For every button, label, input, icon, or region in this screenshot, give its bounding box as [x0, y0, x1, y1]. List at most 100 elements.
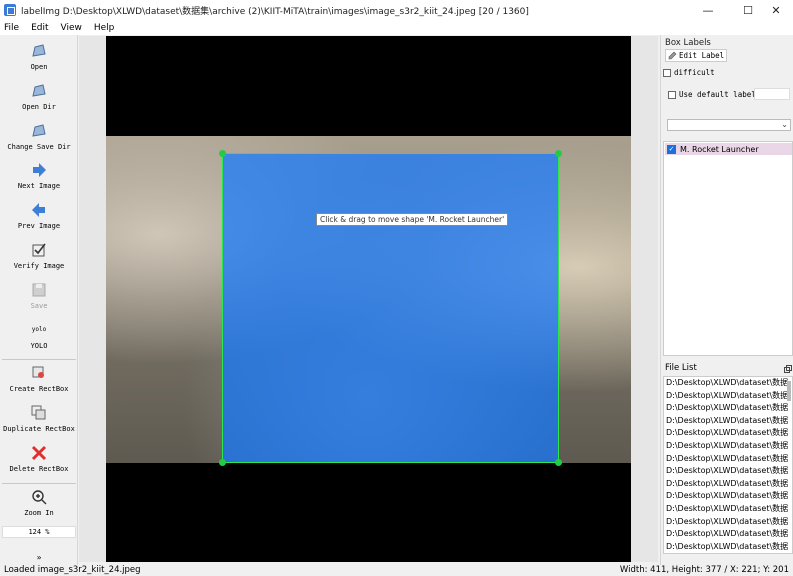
toolbar-more-button[interactable]: » — [0, 553, 78, 562]
title-bar: labelImg D:\Desktop\XLWD\dataset\数据集\arc… — [0, 0, 793, 20]
image-canvas[interactable]: Click & drag to move shape 'M. Rocket La… — [79, 36, 658, 562]
right-panel: Box Labels Edit Label difficult Use defa… — [660, 35, 793, 565]
use-default-label-checkbox-box[interactable] — [668, 91, 676, 99]
delete-rectbox-button[interactable]: Delete RectBox — [0, 445, 78, 473]
app-icon — [4, 4, 16, 16]
label-list[interactable]: ✓ M. Rocket Launcher — [663, 141, 793, 356]
menu-view[interactable]: View — [61, 23, 82, 33]
bbox-handle-top-left[interactable] — [219, 150, 226, 157]
file-list[interactable]: D:\Desktop\XLWD\dataset\数据 D:\Desktop\XLW… — [663, 376, 793, 554]
zoom-value-spinbox[interactable]: 124 % — [2, 526, 76, 538]
create-rectbox-icon — [32, 366, 44, 378]
menu-bar: File Edit View Help — [0, 20, 793, 35]
file-list-item[interactable]: D:\Desktop\XLWD\dataset\数据 — [664, 541, 792, 553]
file-list-item[interactable]: D:\Desktop\XLWD\dataset\数据 — [664, 427, 792, 440]
toolbar: Open Open Dir Change Save Dir Next Image… — [0, 35, 78, 565]
zoom-in-icon — [32, 490, 47, 505]
duplicate-rectbox-label: Duplicate RectBox — [3, 425, 75, 433]
menu-file[interactable]: File — [4, 23, 19, 33]
change-save-dir-label: Change Save Dir — [7, 143, 71, 151]
checkbox-check-icon — [32, 243, 46, 257]
open-dir-icon — [32, 84, 46, 97]
difficult-label: difficult — [674, 68, 715, 77]
file-list-item[interactable]: D:\Desktop\XLWD\dataset\数据 — [664, 490, 792, 503]
difficult-checkbox[interactable]: difficult — [663, 68, 715, 77]
bbox-handle-top-right[interactable] — [555, 150, 562, 157]
file-list-item[interactable]: D:\Desktop\XLWD\dataset\数据 — [664, 440, 792, 453]
use-default-label-checkbox[interactable]: Use default label — [668, 90, 756, 99]
file-list-item[interactable]: D:\Desktop\XLWD\dataset\数据 — [664, 503, 792, 516]
file-list-item[interactable]: D:\Desktop\XLWD\dataset\数据 — [664, 516, 792, 529]
file-list-item[interactable]: D:\Desktop\XLWD\dataset\数据 — [664, 377, 792, 390]
difficult-checkbox-box[interactable] — [663, 69, 671, 77]
file-list-item[interactable]: D:\Desktop\XLWD\dataset\数据 — [664, 453, 792, 466]
create-rectbox-label: Create RectBox — [9, 385, 69, 393]
status-bar: Loaded image_s3r2_kiit_24.jpeg Width: 41… — [0, 565, 793, 576]
undock-icon[interactable] — [784, 365, 792, 373]
toolbar-divider — [2, 483, 76, 484]
use-default-label-text: Use default label — [679, 90, 756, 99]
duplicate-rectbox-button[interactable]: Duplicate RectBox — [0, 405, 78, 433]
verify-image-label: Verify Image — [13, 262, 65, 270]
file-list-scrollbar[interactable] — [787, 381, 791, 401]
menu-edit[interactable]: Edit — [31, 23, 48, 33]
verify-image-button[interactable]: Verify Image — [0, 242, 78, 270]
window-title: labelImg D:\Desktop\XLWD\dataset\数据集\arc… — [21, 6, 529, 17]
edit-pencil-icon — [668, 51, 677, 60]
next-image-label: Next Image — [17, 182, 61, 190]
file-list-item[interactable]: D:\Desktop\XLWD\dataset\数据 — [664, 402, 792, 415]
toolbar-divider — [2, 359, 76, 360]
box-labels-title: Box Labels — [665, 38, 711, 48]
yolo-icon: yolo — [31, 326, 47, 333]
image-area[interactable]: Click & drag to move shape 'M. Rocket La… — [106, 36, 631, 562]
default-label-input[interactable] — [754, 88, 790, 100]
arrow-left-icon — [32, 203, 45, 217]
save-label: Save — [30, 302, 48, 310]
label-item-text: M. Rocket Launcher — [680, 144, 759, 154]
file-list-item[interactable]: D:\Desktop\XLWD\dataset\数据 — [664, 465, 792, 478]
menu-help[interactable]: Help — [94, 23, 115, 33]
label-checked-icon[interactable]: ✓ — [667, 144, 676, 154]
status-message: Loaded image_s3r2_kiit_24.jpeg — [4, 565, 141, 575]
open-file-icon — [32, 44, 46, 57]
file-list-item[interactable]: D:\Desktop\XLWD\dataset\数据 — [664, 415, 792, 428]
open-dir-label: Open Dir — [22, 103, 56, 111]
bbox-handle-bottom-right[interactable] — [555, 459, 562, 466]
open-label: Open — [30, 63, 48, 71]
format-yolo-button[interactable]: yolo YOLO — [0, 322, 78, 350]
open-dir-button[interactable]: Open Dir — [0, 83, 78, 111]
chevron-down-icon: ⌄ — [781, 120, 788, 129]
file-list-item[interactable]: D:\Desktop\XLWD\dataset\数据 — [664, 478, 792, 491]
next-image-button[interactable]: Next Image — [0, 162, 78, 190]
shape-tooltip: Click & drag to move shape 'M. Rocket La… — [316, 213, 509, 226]
create-rectbox-button[interactable]: Create RectBox — [0, 365, 78, 393]
edit-label-button[interactable]: Edit Label — [665, 49, 727, 62]
bounding-box[interactable] — [219, 150, 562, 466]
file-list-header: File List — [663, 363, 793, 375]
minimize-button[interactable]: — — [691, 0, 725, 20]
delete-rectbox-label: Delete RectBox — [9, 465, 69, 473]
status-coordinates: Width: 411, Height: 377 / X: 221; Y: 201 — [619, 565, 789, 575]
label-list-item[interactable]: ✓ M. Rocket Launcher — [665, 143, 792, 155]
file-list-rows: D:\Desktop\XLWD\dataset\数据 D:\Desktop\XLW… — [664, 377, 792, 553]
file-list-item[interactable]: D:\Desktop\XLWD\dataset\数据 — [664, 528, 792, 541]
prev-image-button[interactable]: Prev Image — [0, 202, 78, 230]
arrow-right-icon — [33, 163, 46, 177]
delete-x-icon — [31, 445, 47, 461]
edit-label-text: Edit Label — [679, 51, 725, 60]
bbox-handle-bottom-left[interactable] — [219, 459, 226, 466]
change-save-dir-icon — [32, 124, 46, 137]
duplicate-icon — [31, 405, 46, 420]
label-filter-combobox[interactable]: ⌄ — [667, 119, 791, 131]
format-label: YOLO — [30, 342, 48, 350]
prev-image-label: Prev Image — [17, 222, 61, 230]
file-list-title: File List — [665, 363, 697, 373]
file-list-item[interactable]: D:\Desktop\XLWD\dataset\数据 — [664, 390, 792, 403]
open-button[interactable]: Open — [0, 43, 78, 71]
close-button[interactable]: ✕ — [759, 0, 793, 20]
save-disk-icon — [32, 283, 46, 297]
save-button[interactable]: Save — [0, 282, 78, 310]
change-save-dir-button[interactable]: Change Save Dir — [0, 123, 78, 151]
zoom-in-button[interactable]: Zoom In — [0, 489, 78, 517]
zoom-in-label: Zoom In — [24, 509, 54, 517]
